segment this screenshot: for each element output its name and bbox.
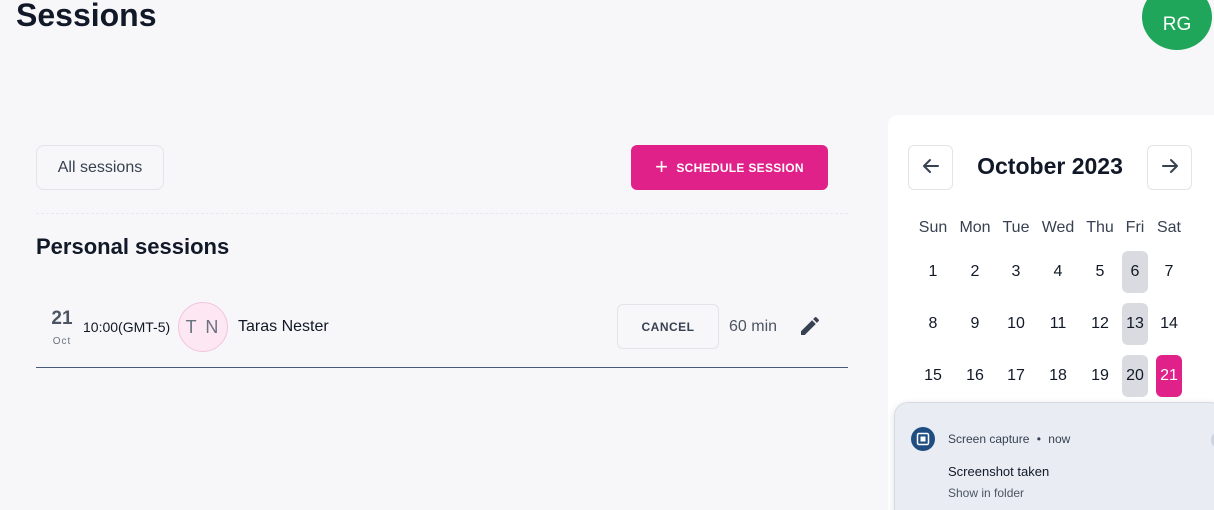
calendar-day[interactable]: 1 bbox=[920, 251, 946, 293]
cancel-session-button[interactable]: CANCEL bbox=[617, 304, 719, 349]
session-duration: 60 min bbox=[729, 318, 778, 335]
calendar-day[interactable]: 3 bbox=[1003, 251, 1029, 293]
session-month: Oct bbox=[52, 336, 72, 347]
calendar-day[interactable]: 14 bbox=[1156, 303, 1182, 345]
section-title: Personal sessions bbox=[36, 234, 230, 259]
weekday-label: Sat bbox=[1156, 219, 1181, 236]
session-day: 21 bbox=[51, 308, 73, 329]
weekday-label: Tue bbox=[1002, 219, 1030, 236]
section-divider bbox=[36, 213, 848, 214]
screenshot-notification[interactable]: Screen capture • now Screenshot taken Sh… bbox=[894, 402, 1214, 510]
calendar-day[interactable]: 8 bbox=[920, 303, 946, 345]
edit-icon[interactable] bbox=[798, 314, 822, 338]
notification-time: now bbox=[1048, 432, 1071, 446]
arrow-right-icon bbox=[1160, 156, 1180, 179]
calendar-day[interactable]: 16 bbox=[962, 355, 988, 397]
notification-separator: • bbox=[1036, 432, 1041, 446]
session-time: 10:00(GMT-5) bbox=[83, 319, 171, 335]
schedule-session-label: SCHEDULE SESSION bbox=[676, 160, 804, 175]
notification-title: Screenshot taken bbox=[948, 464, 1050, 479]
calendar-day[interactable]: 18 bbox=[1045, 355, 1071, 397]
notification-app-line: Screen capture • now bbox=[948, 432, 1070, 446]
notification-app-name: Screen capture bbox=[948, 432, 1030, 446]
calendar-day[interactable]: 4 bbox=[1045, 251, 1071, 293]
weekday-label: Mon bbox=[959, 219, 991, 236]
all-sessions-filter[interactable]: All sessions bbox=[36, 145, 164, 190]
calendar-day[interactable]: 10 bbox=[1003, 303, 1029, 345]
calendar-day[interactable]: 17 bbox=[1003, 355, 1029, 397]
calendar-day[interactable]: 7 bbox=[1156, 251, 1182, 293]
arrow-left-icon bbox=[921, 156, 941, 179]
calendar-day[interactable]: 5 bbox=[1087, 251, 1113, 293]
calendar-day[interactable]: 15 bbox=[920, 355, 946, 397]
schedule-session-button[interactable]: + SCHEDULE SESSION bbox=[631, 145, 828, 190]
calendar-day[interactable]: 6 bbox=[1122, 251, 1148, 293]
screen-capture-icon bbox=[911, 427, 935, 451]
calendar-day[interactable]: 13 bbox=[1122, 303, 1148, 345]
plus-icon: + bbox=[655, 153, 669, 179]
attendee-name: Taras Nester bbox=[238, 318, 329, 335]
page-title: Sessions bbox=[16, 0, 157, 33]
calendar-day[interactable]: 2 bbox=[962, 251, 988, 293]
calendar-month-label: October 2023 bbox=[977, 153, 1123, 179]
calendar-day[interactable]: 11 bbox=[1045, 303, 1071, 345]
session-row[interactable]: 21 Oct 10:00(GMT-5) T N Taras Nester CAN… bbox=[36, 294, 848, 368]
prev-month-button[interactable] bbox=[908, 145, 953, 190]
show-in-folder-link[interactable]: Show in folder bbox=[948, 486, 1024, 500]
weekday-label: Wed bbox=[1041, 219, 1075, 236]
attendee-avatar: T N bbox=[178, 302, 228, 352]
user-avatar[interactable]: RG bbox=[1142, 0, 1212, 50]
calendar-day[interactable]: 20 bbox=[1122, 355, 1148, 397]
calendar-day[interactable]: 19 bbox=[1087, 355, 1113, 397]
calendar-day-selected[interactable]: 21 bbox=[1156, 355, 1182, 397]
calendar-day[interactable]: 9 bbox=[962, 303, 988, 345]
calendar-day[interactable]: 12 bbox=[1087, 303, 1113, 345]
weekday-label: Sun bbox=[918, 219, 948, 236]
next-month-button[interactable] bbox=[1147, 145, 1192, 190]
